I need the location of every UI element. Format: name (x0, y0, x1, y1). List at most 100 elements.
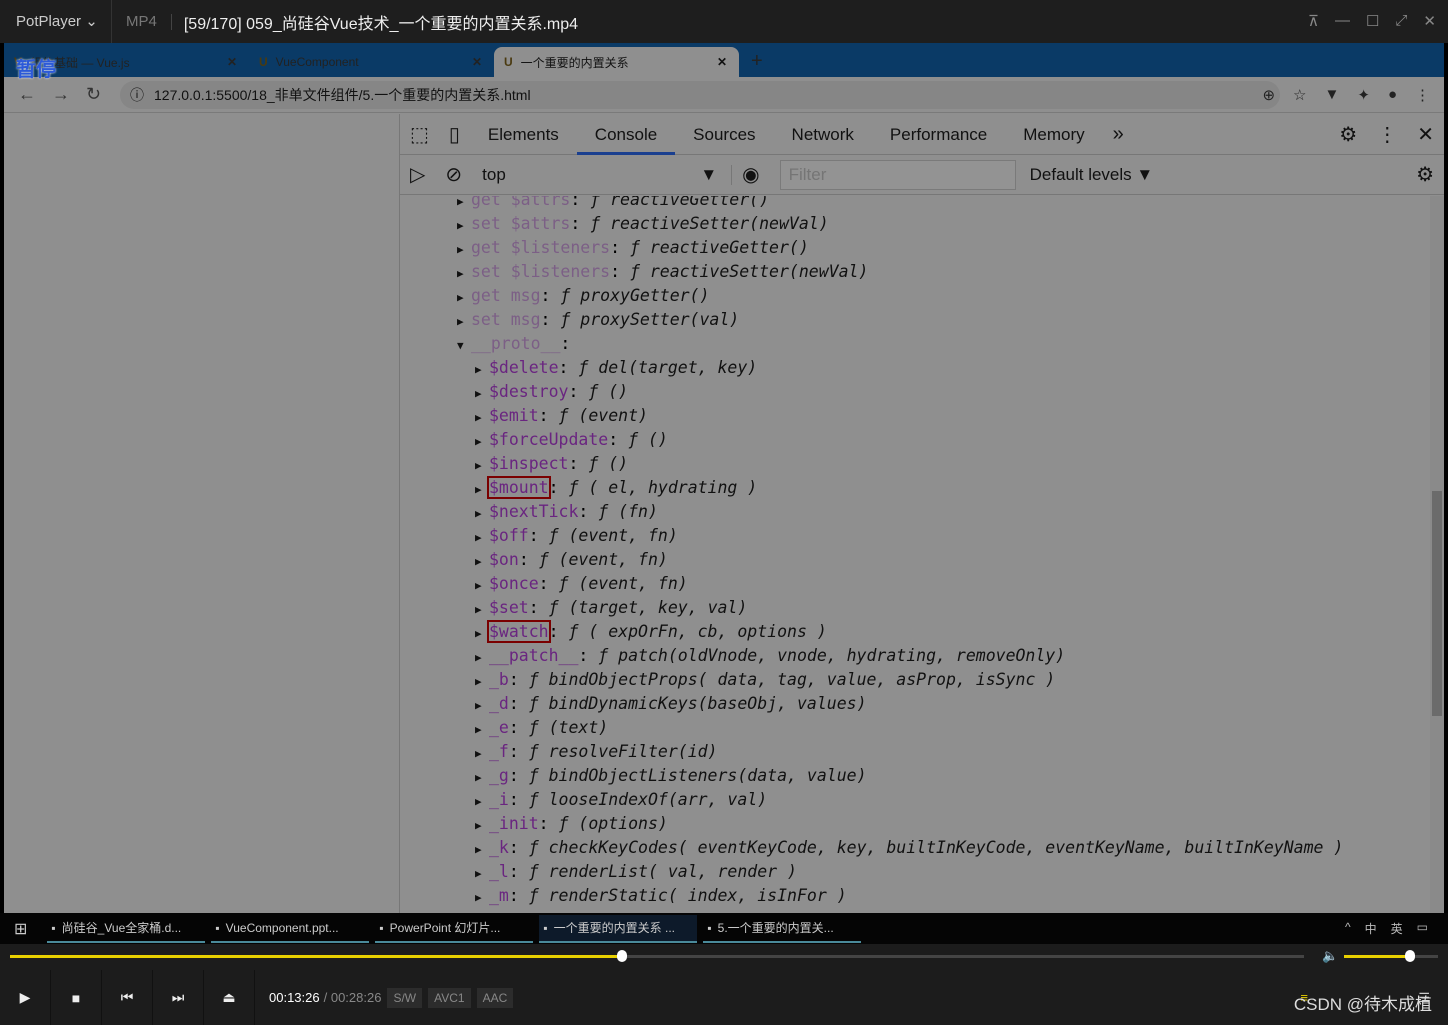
collapsed-triangle-icon[interactable]: ▶ (475, 742, 489, 766)
collapsed-triangle-icon[interactable]: ▶ (475, 358, 489, 382)
start-icon[interactable]: ⊞ (14, 919, 27, 939)
video-frame[interactable]: 暂停 V 组件基础 — Vue.js ✕ U VueComponent ✕ U 一个重要的… (4, 43, 1444, 913)
star-icon[interactable]: ☆ (1293, 86, 1306, 104)
menu-icon[interactable]: ⋮ (1415, 86, 1430, 104)
console-property-row[interactable]: ▼ __proto__: (400, 332, 1430, 356)
collapsed-triangle-icon[interactable]: ▶ (475, 670, 489, 694)
taskbar-item[interactable]: ▪ 尚硅谷_Vue全家桶.d... (47, 915, 206, 943)
eye-icon[interactable]: ◉ (732, 162, 769, 187)
browser-tab[interactable]: U VueComponent ✕ (249, 47, 494, 77)
collapsed-triangle-icon[interactable]: ▶ (475, 646, 489, 670)
inspect-icon[interactable]: ⬚ (400, 122, 439, 147)
collapsed-triangle-icon[interactable]: ▶ (457, 214, 471, 238)
tab-network[interactable]: Network (774, 114, 872, 155)
clear-console-icon[interactable]: ⊘ (435, 162, 472, 187)
new-tab-icon[interactable]: + (751, 50, 763, 73)
taskbar-item[interactable]: ▪ VueComponent.ppt... (211, 915, 370, 943)
close-tab-icon[interactable]: ✕ (472, 55, 482, 69)
console-property-row[interactable]: ▶ __patch__: ƒ patch(oldVnode, vnode, hyd… (400, 644, 1430, 668)
collapsed-triangle-icon[interactable]: ▶ (475, 478, 489, 502)
console-property-row[interactable]: ▶ $once: ƒ (event, fn) (400, 572, 1430, 596)
tab-performance[interactable]: Performance (872, 114, 1005, 155)
console-property-row[interactable]: ▶ $set: ƒ (target, key, val) (400, 596, 1430, 620)
tray-expand[interactable]: ^ (1345, 920, 1351, 937)
profile-icon[interactable]: ● (1388, 86, 1397, 104)
filter-input[interactable] (779, 159, 1016, 190)
kebab-icon[interactable]: ⋮ (1367, 122, 1407, 147)
tab-sources[interactable]: Sources (675, 114, 773, 155)
console-property-row[interactable]: ▶ get $listeners: ƒ reactiveGetter() (400, 236, 1430, 260)
seek-handle[interactable] (617, 950, 628, 962)
console-property-row[interactable]: ▶ _init: ƒ (options) (400, 812, 1430, 836)
collapsed-triangle-icon[interactable]: ▶ (457, 262, 471, 286)
browser-tab-active[interactable]: U 一个重要的内置关系 ✕ (494, 47, 739, 77)
ime-icon[interactable]: 中 (1365, 920, 1377, 937)
collapsed-triangle-icon[interactable]: ▶ (457, 286, 471, 310)
collapsed-triangle-icon[interactable]: ▶ (475, 382, 489, 406)
decoder-badge[interactable]: S/W (387, 987, 423, 1008)
console-property-row[interactable]: ▶ $off: ƒ (event, fn) (400, 524, 1430, 548)
console-property-row[interactable]: ▶ _i: ƒ looseIndexOf(arr, val) (400, 788, 1430, 812)
console-settings-icon[interactable]: ⚙ (1406, 162, 1444, 187)
close-tab-icon[interactable]: ✕ (717, 55, 727, 69)
context-select[interactable]: top ▼ (472, 164, 733, 185)
url-input[interactable]: ⓘ 127.0.0.1:5500/18_非单文件组件/5.一个重要的内置关系.ht… (120, 80, 1280, 109)
close-devtools-icon[interactable]: ✕ (1407, 122, 1444, 147)
console-property-row[interactable]: ▶ $on: ƒ (event, fn) (400, 548, 1430, 572)
collapsed-triangle-icon[interactable]: ▶ (475, 814, 489, 838)
forward-icon[interactable]: → (52, 84, 72, 105)
console-property-row[interactable]: ▶ $inspect: ƒ () (400, 452, 1430, 476)
next-button[interactable]: ⏭ (153, 970, 204, 1025)
collapsed-triangle-icon[interactable]: ▶ (475, 622, 489, 646)
console-property-row[interactable]: ▶ $delete: ƒ del(target, key) (400, 356, 1430, 380)
potplayer-menu[interactable]: PotPlayer ⌄ (0, 0, 112, 43)
console-property-row[interactable]: ▶ $mount: ƒ ( el, hydrating ) (400, 476, 1430, 500)
collapsed-triangle-icon[interactable]: ▶ (457, 310, 471, 334)
tab-memory[interactable]: Memory (1005, 114, 1102, 155)
sidebar-toggle-icon[interactable]: ▷ (400, 162, 435, 187)
previous-button[interactable]: ⏮ (102, 970, 153, 1025)
minimize-icon[interactable]: — (1335, 12, 1350, 30)
vue-devtools-icon[interactable]: ▼ (1325, 86, 1340, 104)
expanded-triangle-icon[interactable]: ▼ (457, 334, 471, 358)
console-property-row[interactable]: ▶ $nextTick: ƒ (fn) (400, 500, 1430, 524)
collapsed-triangle-icon[interactable]: ▶ (475, 838, 489, 862)
scrollbar-thumb[interactable] (1432, 491, 1442, 716)
collapsed-triangle-icon[interactable]: ▶ (475, 694, 489, 718)
console-property-row[interactable]: ▶ _k: ƒ checkKeyCodes( eventKeyCode, key,… (400, 836, 1430, 860)
collapsed-triangle-icon[interactable]: ▶ (475, 598, 489, 622)
scrollbar[interactable] (1430, 196, 1444, 913)
console-property-row[interactable]: ▶ _f: ƒ resolveFilter(id) (400, 740, 1430, 764)
pin-icon[interactable]: ⊼ (1308, 12, 1319, 30)
zoom-icon[interactable]: ⊕ (1262, 86, 1275, 104)
console-property-row[interactable]: ▶ _m: ƒ renderStatic( index, isInFor ) (400, 884, 1430, 908)
console-property-row[interactable]: ▶ _g: ƒ bindObjectListeners(data, value) (400, 764, 1430, 788)
collapsed-triangle-icon[interactable]: ▶ (475, 526, 489, 550)
close-tab-icon[interactable]: ✕ (227, 55, 237, 69)
back-icon[interactable]: ← (18, 84, 38, 105)
video-codec-badge[interactable]: AVC1 (428, 987, 471, 1008)
console-property-row[interactable]: ▶ _e: ƒ (text) (400, 716, 1430, 740)
levels-dropdown[interactable]: Default levels ▼ (1030, 165, 1154, 185)
console-property-row[interactable]: ▶ _b: ƒ bindObjectProps( data, tag, value… (400, 668, 1430, 692)
volume-icon[interactable]: 🔈 (1322, 948, 1338, 964)
more-tabs-icon[interactable]: » (1103, 123, 1134, 146)
collapsed-triangle-icon[interactable]: ▶ (457, 238, 471, 262)
collapsed-triangle-icon[interactable]: ▶ (475, 550, 489, 574)
extensions-icon[interactable]: ✦ (1357, 86, 1370, 104)
collapsed-triangle-icon[interactable]: ▶ (475, 886, 489, 910)
collapsed-triangle-icon[interactable]: ▶ (475, 454, 489, 478)
collapsed-triangle-icon[interactable]: ▶ (475, 766, 489, 790)
console-property-row[interactable]: ▶ get msg: ƒ proxyGetter() (400, 284, 1430, 308)
console-property-row[interactable]: ▶ set msg: ƒ proxySetter(val) (400, 308, 1430, 332)
taskbar-item[interactable]: ▪ 一个重要的内置关系 ... (539, 914, 698, 943)
audio-codec-badge[interactable]: AAC (476, 987, 514, 1008)
taskbar-item[interactable]: ▪ 5.一个重要的内置关... (703, 915, 862, 943)
console-property-row[interactable]: ▶ _d: ƒ bindDynamicKeys(baseObj, values) (400, 692, 1430, 716)
notification-icon[interactable]: ▭ (1417, 920, 1428, 937)
volume-slider[interactable] (1344, 950, 1438, 962)
collapsed-triangle-icon[interactable]: ▶ (475, 574, 489, 598)
fullscreen-icon[interactable]: ⤢ (1395, 12, 1407, 30)
tab-console[interactable]: Console (576, 114, 676, 155)
console-property-row[interactable]: ▶ $destroy: ƒ () (400, 380, 1430, 404)
